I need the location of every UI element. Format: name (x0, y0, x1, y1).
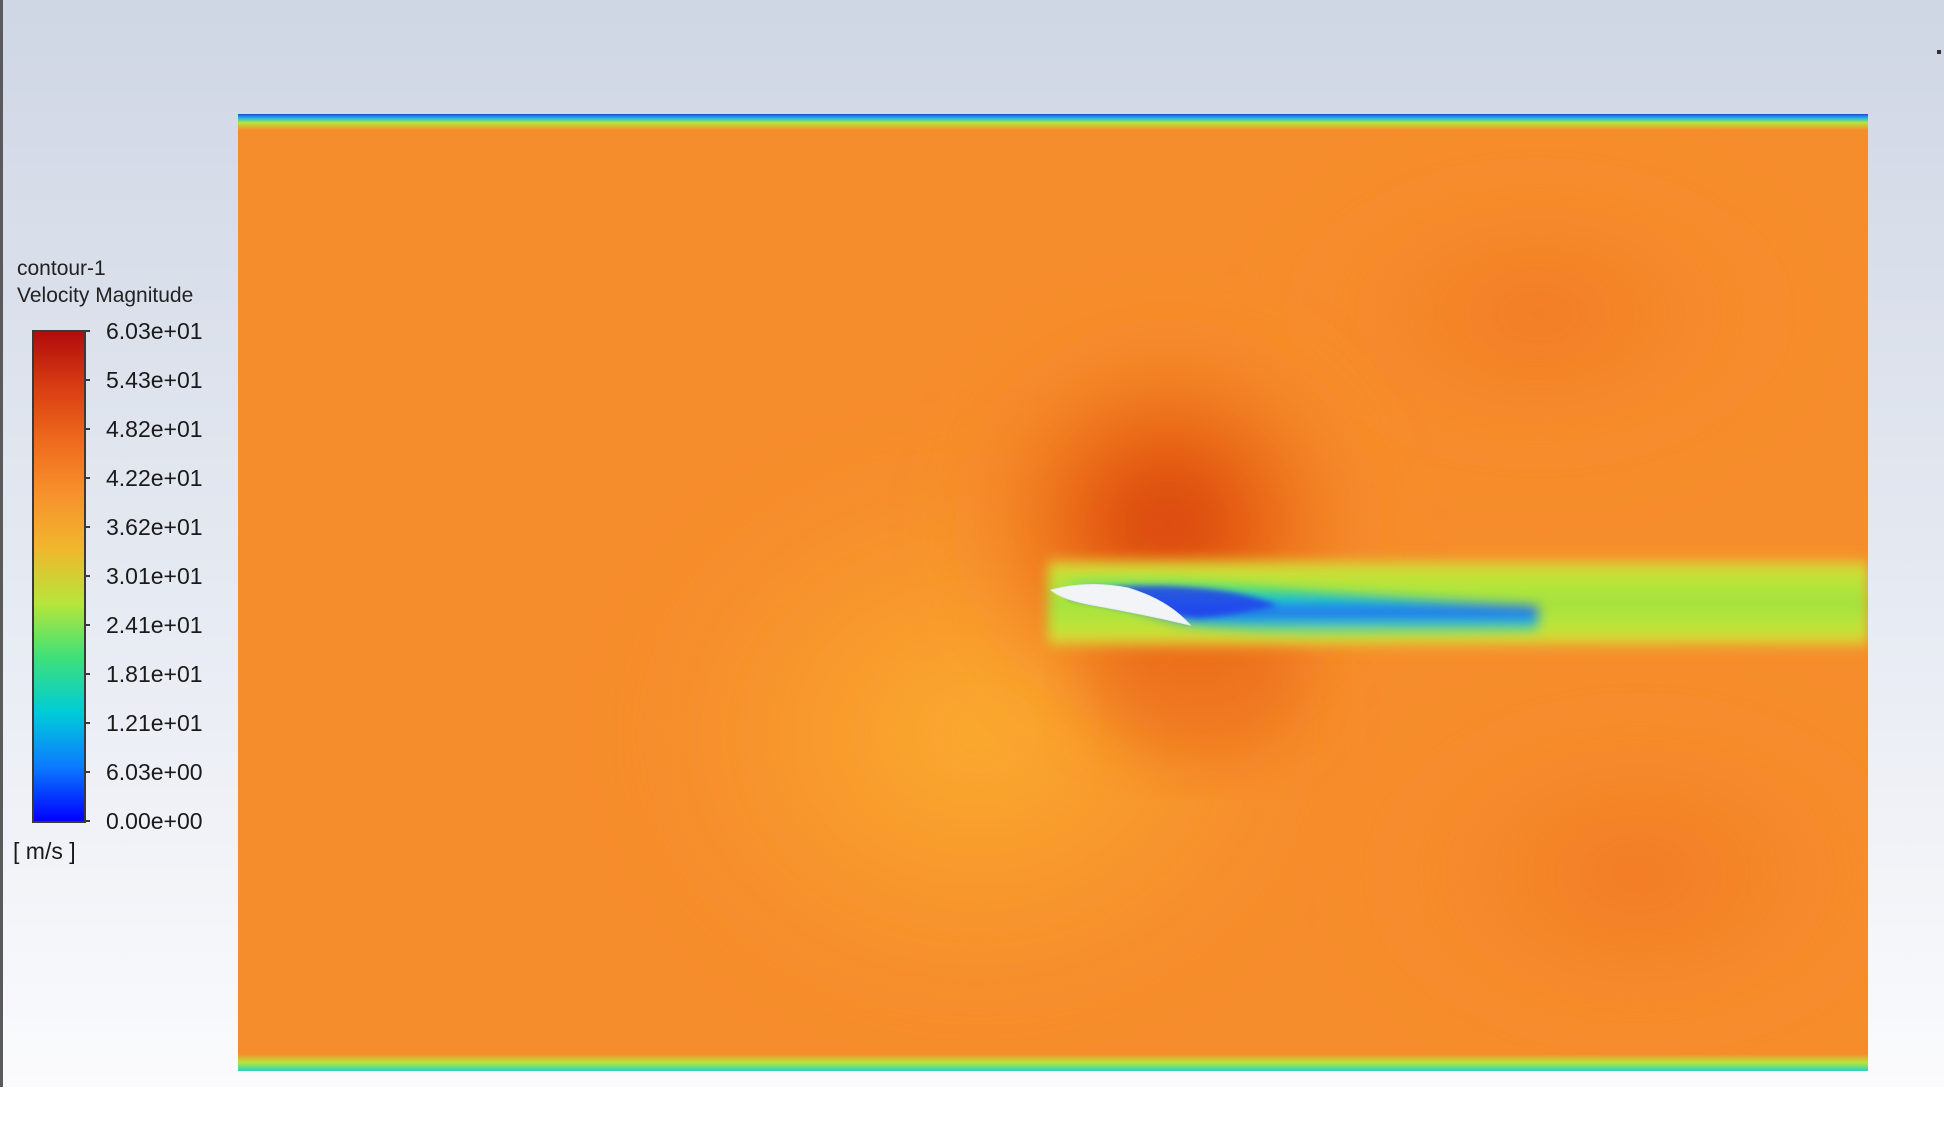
legend-tick-label: 4.22e+01 (106, 465, 203, 491)
legend-tick-label: 4.82e+01 (106, 416, 203, 442)
legend-tick-label: 6.03e+01 (106, 318, 203, 344)
legend-tick-mark (84, 722, 90, 724)
legend-tick-mark (84, 379, 90, 381)
legend-tick-label: 6.03e+00 (106, 759, 203, 785)
legend-tick-mark (84, 477, 90, 479)
legend-tick-mark (84, 771, 90, 773)
legend-tick-label: 3.01e+01 (106, 563, 203, 589)
velocity-contour-plot[interactable] (238, 114, 1868, 1071)
legend-tick-label: 1.21e+01 (106, 710, 203, 736)
legend-tick-mark (84, 526, 90, 528)
bottom-wall-boundary-layer (238, 1054, 1868, 1071)
viewport-corner-mark (1937, 50, 1941, 54)
legend-tick-label: 2.41e+01 (106, 612, 203, 638)
legend-tick-label: 1.81e+01 (106, 661, 203, 687)
legend-contour-name: contour-1 (17, 257, 106, 280)
graphics-viewport[interactable]: contour-1 Velocity Magnitude 6.03e+01 5.… (0, 0, 1944, 1087)
legend-tick-label: 5.43e+01 (106, 367, 203, 393)
legend-tick-mark (84, 428, 90, 430)
legend-tick-mark (84, 673, 90, 675)
legend-variable-name: Velocity Magnitude (17, 284, 194, 307)
legend-colorbar (32, 330, 86, 823)
viewport-border (0, 0, 3, 1087)
legend-tick-label: 3.62e+01 (106, 514, 203, 540)
legend-tick-mark (84, 820, 90, 822)
legend-tick-mark (84, 330, 90, 332)
legend-tick-mark (84, 624, 90, 626)
top-wall-boundary-layer (238, 114, 1868, 130)
legend-tick-label: 0.00e+00 (106, 808, 203, 834)
legend-unit-label: [ m/s ] (13, 838, 76, 864)
legend-tick-mark (84, 575, 90, 577)
